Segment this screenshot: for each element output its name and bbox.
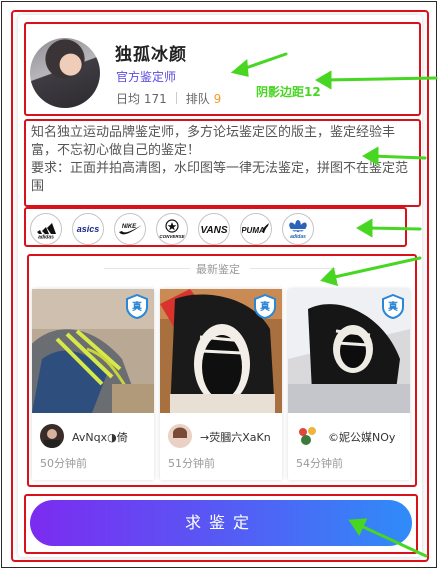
- annotation-arrows: [230, 52, 438, 558]
